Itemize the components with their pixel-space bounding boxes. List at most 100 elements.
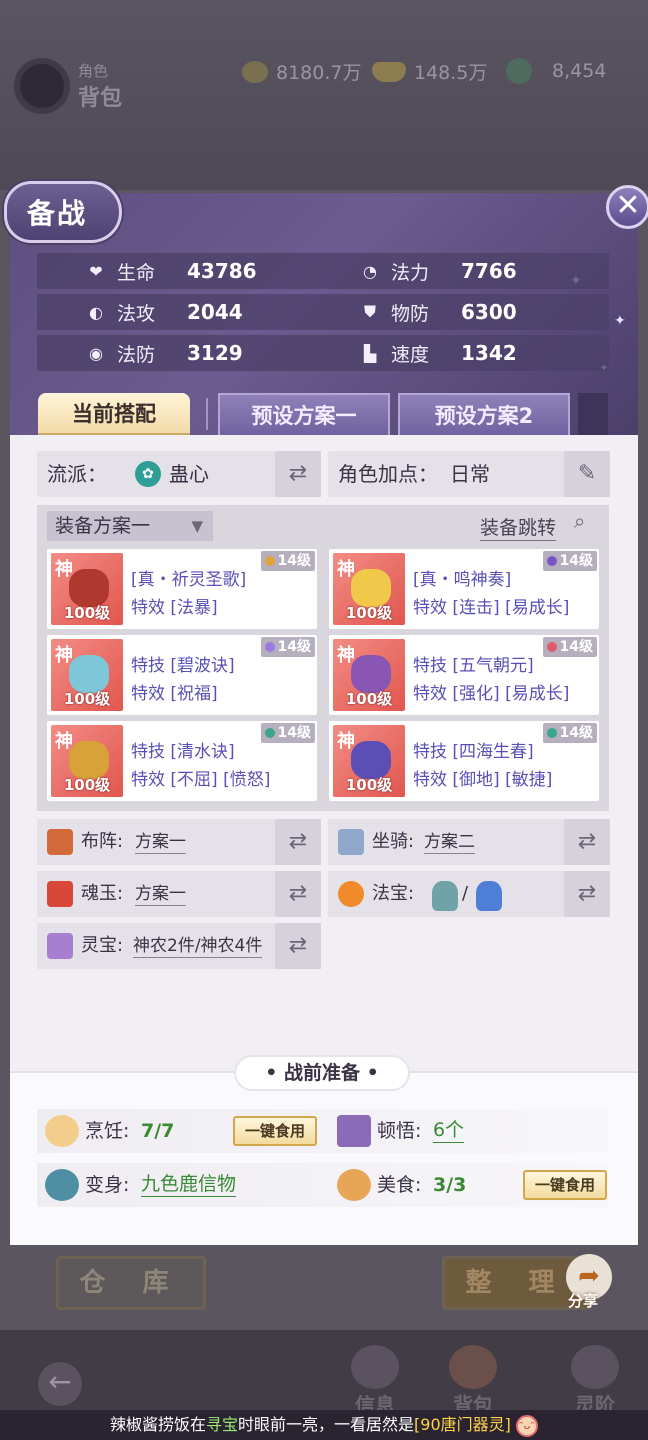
equip-plan-dropdown[interactable]: 装备方案一 ▼: [47, 511, 213, 541]
equip-card[interactable]: 神 100级 [真・祈灵圣歌] 特效 [法暴] 14级: [47, 549, 317, 629]
prep-title: • 战前准备 •: [234, 1055, 410, 1091]
stat-speed: ▙ 速度 1342: [359, 335, 517, 371]
pagoda-treasure-icon[interactable]: [432, 881, 458, 911]
nav-bag[interactable]: 背包: [438, 1345, 508, 1418]
armor-piece-icon: 神 100级: [333, 639, 405, 711]
tab-preset-1[interactable]: 预设方案一: [218, 393, 390, 435]
star-decoration-icon: ✦: [614, 313, 626, 329]
spirit-treasure-label: 灵宝:: [81, 935, 124, 956]
gem-level: 14级: [277, 725, 311, 741]
mount-scroll-icon: [338, 829, 364, 855]
mount-value[interactable]: 方案二: [424, 831, 475, 854]
share-label[interactable]: 分享: [568, 1290, 598, 1311]
gem-icon: [264, 556, 275, 566]
swap-icon[interactable]: ⇄: [275, 819, 321, 865]
formation-field: 布阵: 方案一 ⇄: [37, 819, 321, 865]
equip-effect: 特效 [法暴]: [131, 598, 218, 618]
prep-row: 变身: 九色鹿信物 美食: 3/3 一键食用: [37, 1163, 609, 1207]
modal-body: 流派： ✿ 蛊心 ⇄ 角色加点： 日常 ✎ 装备方案一 ▼ 装备跳转 ⌕ 神 1…: [10, 435, 638, 1071]
equip-card[interactable]: 神 100级 [真・鸣神奏] 特效 [连击] [易成长] 14级: [329, 549, 599, 629]
gem-level-badge: 14级: [260, 637, 315, 657]
equip-effect: 特效 [不屈] [愤怒]: [131, 770, 271, 790]
gem-level: 14级: [559, 553, 593, 569]
equip-jump-link[interactable]: 装备跳转: [480, 513, 557, 541]
equip-card[interactable]: 神 100级 特技 [四海生春] 特效 [御地] [敏捷] 14级: [329, 721, 599, 801]
swap-icon[interactable]: ⇄: [275, 923, 321, 969]
eat-all-food-button[interactable]: 一键食用: [523, 1170, 607, 1200]
insight-label: 顿悟:: [377, 1120, 422, 1142]
swap-icon[interactable]: ⇄: [275, 871, 321, 917]
modal-title: 备战: [27, 197, 88, 230]
boots-icon: 神 100级: [333, 725, 405, 797]
item-level: 100级: [63, 604, 111, 622]
formation-label: 布阵:: [81, 831, 124, 852]
emoji-icon: ᵔᴗᵔ: [516, 1414, 538, 1437]
formation-value[interactable]: 方案一: [135, 831, 186, 854]
gem-level-badge: 14级: [542, 637, 597, 657]
item-level: 100级: [63, 690, 111, 708]
tab-current[interactable]: 当前搭配: [38, 393, 190, 435]
necklace-icon: 神 100级: [51, 639, 123, 711]
food-label: 美食:: [377, 1174, 422, 1196]
back-arrow-icon[interactable]: ←: [38, 1362, 82, 1406]
jade-icon: [506, 58, 532, 84]
gold-value: 148.5万: [414, 62, 488, 84]
points-label: 角色加点：: [338, 462, 438, 486]
swap-icon[interactable]: ⇄: [275, 451, 321, 497]
school-value: 蛊心: [169, 462, 209, 486]
crystal-treasure-icon[interactable]: [476, 881, 502, 911]
treasure-separator: /: [462, 883, 469, 904]
store-button[interactable]: 仓 库: [56, 1256, 206, 1310]
tab-divider: [206, 398, 208, 430]
gem-icon: [546, 556, 557, 566]
equip-card[interactable]: 神 100级 特技 [碧波诀] 特效 [祝福] 14级: [47, 635, 317, 715]
school-field: 流派： ✿ 蛊心 ⇄: [37, 451, 321, 497]
gem-level: 14级: [277, 553, 311, 569]
school-label: 流派：: [47, 462, 107, 486]
ticker-player: 辣椒酱捞饭: [109, 1415, 190, 1434]
stat-value: 7766: [461, 259, 517, 283]
brush-icon[interactable]: ✎: [564, 451, 610, 497]
bag-icon: [449, 1345, 497, 1389]
copper-coin-icon: [242, 60, 268, 83]
equip-card[interactable]: 神 100级 特技 [五气朝元] 特效 [强化] [易成长] 14级: [329, 635, 599, 715]
equip-card[interactable]: 神 100级 特技 [清水诀] 特效 [不屈] [愤怒] 14级: [47, 721, 317, 801]
chevron-down-icon: ▼: [191, 517, 203, 535]
food-bowl-icon: [337, 1169, 371, 1201]
swap-icon[interactable]: ⇄: [564, 871, 610, 917]
swap-icon[interactable]: ⇄: [564, 819, 610, 865]
book-icon: [337, 1115, 371, 1147]
nav-info[interactable]: 信息: [340, 1345, 410, 1418]
cooking-label: 烹饪:: [85, 1120, 130, 1142]
top-subtitle: 角色: [78, 62, 109, 80]
soul-jade-value[interactable]: 方案一: [135, 883, 186, 906]
stat-value: 43786: [187, 259, 257, 283]
tab-preset-2[interactable]: 预设方案2: [398, 393, 570, 435]
nav-rank[interactable]: 灵阶: [560, 1345, 630, 1418]
equip-plan-label: 装备方案一: [55, 515, 151, 537]
equip-effect: 特效 [御地] [敏捷]: [413, 770, 553, 790]
magic-defense-icon: ◉: [89, 343, 103, 363]
eat-all-button[interactable]: 一键食用: [233, 1116, 317, 1146]
gem-level: 14级: [559, 639, 593, 655]
tab-more[interactable]: [578, 393, 608, 435]
prep-section: • 战前准备 • 烹饪: 7/7 一键食用 顿悟: 6个 变身: 九色鹿信物 美…: [10, 1055, 638, 1245]
equip-effect: 特效 [连击] [易成长]: [413, 598, 570, 618]
armor-icon: ⛊: [363, 302, 376, 321]
equip-skill: 特技 [四海生春]: [413, 742, 534, 762]
close-icon[interactable]: ✕: [606, 185, 648, 229]
stat-magic-defense: ◉ 法防 3129: [85, 335, 243, 371]
transform-label: 变身:: [85, 1174, 130, 1196]
gold-currency: 148.5万: [372, 58, 487, 85]
transform-value[interactable]: 九色鹿信物: [141, 1172, 237, 1197]
dumpling-icon: [45, 1115, 79, 1147]
insight-value[interactable]: 6个: [433, 1118, 465, 1143]
gem-level-badge: 14级: [260, 723, 315, 743]
equip-skill: 特技 [清水诀]: [131, 742, 235, 762]
equipment-panel: 装备方案一 ▼ 装备跳转 ⌕ 神 100级 [真・祈灵圣歌] 特效 [法暴] 1…: [37, 505, 609, 811]
jade-value: 8,454: [552, 60, 607, 82]
spirit-treasure-value[interactable]: 神农2件/神农4件: [133, 935, 263, 958]
gem-icon: [264, 642, 275, 652]
search-icon[interactable]: ⌕: [574, 509, 585, 533]
mount-field: 坐骑: 方案二 ⇄: [328, 819, 610, 865]
